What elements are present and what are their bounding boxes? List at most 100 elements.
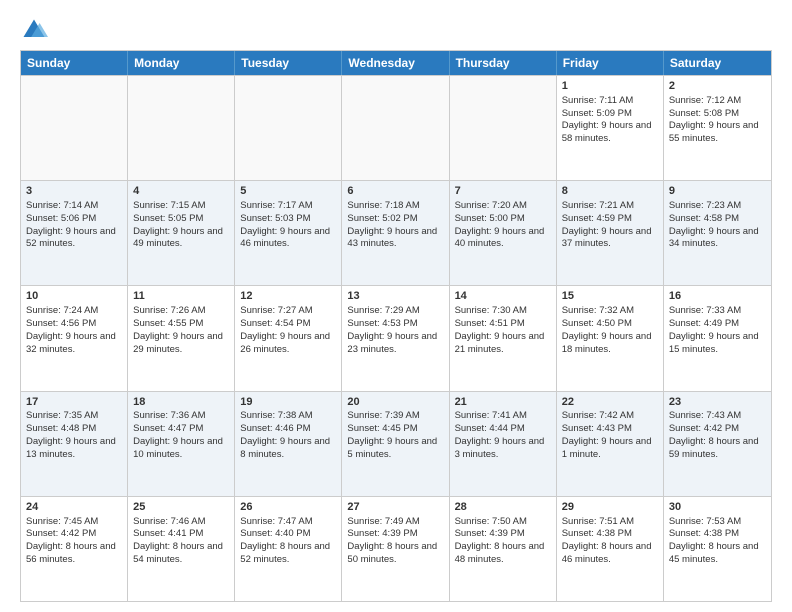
calendar-header-row: SundayMondayTuesdayWednesdayThursdayFrid… (21, 51, 771, 75)
day-number: 11 (133, 289, 229, 304)
day-info: Sunset: 4:40 PM (240, 528, 336, 541)
day-info: Daylight: 9 hours and 15 minutes. (669, 331, 766, 357)
calendar-day-17: 17Sunrise: 7:35 AMSunset: 4:48 PMDayligh… (21, 392, 128, 496)
day-info: Sunrise: 7:11 AM (562, 95, 658, 108)
day-info: Daylight: 8 hours and 56 minutes. (26, 541, 122, 567)
calendar-day-6: 6Sunrise: 7:18 AMSunset: 5:02 PMDaylight… (342, 181, 449, 285)
calendar-day-18: 18Sunrise: 7:36 AMSunset: 4:47 PMDayligh… (128, 392, 235, 496)
calendar-day-1: 1Sunrise: 7:11 AMSunset: 5:09 PMDaylight… (557, 76, 664, 180)
day-info: Sunset: 4:42 PM (26, 528, 122, 541)
day-info: Sunrise: 7:39 AM (347, 410, 443, 423)
day-info: Sunrise: 7:29 AM (347, 305, 443, 318)
day-info: Sunrise: 7:45 AM (26, 516, 122, 529)
day-info: Sunrise: 7:53 AM (669, 516, 766, 529)
day-info: Sunrise: 7:17 AM (240, 200, 336, 213)
day-number: 14 (455, 289, 551, 304)
day-number: 16 (669, 289, 766, 304)
day-number: 25 (133, 500, 229, 515)
day-info: Sunrise: 7:35 AM (26, 410, 122, 423)
day-info: Sunset: 4:47 PM (133, 423, 229, 436)
calendar: SundayMondayTuesdayWednesdayThursdayFrid… (20, 50, 772, 602)
day-info: Sunset: 4:38 PM (562, 528, 658, 541)
day-info: Sunrise: 7:27 AM (240, 305, 336, 318)
day-info: Sunset: 5:08 PM (669, 108, 766, 121)
day-info: Sunset: 4:58 PM (669, 213, 766, 226)
day-number: 9 (669, 184, 766, 199)
day-number: 28 (455, 500, 551, 515)
day-info: Sunset: 5:03 PM (240, 213, 336, 226)
day-info: Sunrise: 7:15 AM (133, 200, 229, 213)
calendar-header-wednesday: Wednesday (342, 51, 449, 75)
day-number: 18 (133, 395, 229, 410)
day-info: Daylight: 9 hours and 8 minutes. (240, 436, 336, 462)
day-number: 1 (562, 79, 658, 94)
day-info: Sunrise: 7:14 AM (26, 200, 122, 213)
day-info: Sunset: 4:59 PM (562, 213, 658, 226)
day-number: 5 (240, 184, 336, 199)
day-number: 20 (347, 395, 443, 410)
day-info: Sunrise: 7:30 AM (455, 305, 551, 318)
day-number: 22 (562, 395, 658, 410)
day-info: Sunset: 4:44 PM (455, 423, 551, 436)
day-number: 4 (133, 184, 229, 199)
day-info: Sunset: 4:43 PM (562, 423, 658, 436)
day-info: Sunset: 5:09 PM (562, 108, 658, 121)
day-info: Daylight: 9 hours and 52 minutes. (26, 226, 122, 252)
logo-icon (20, 16, 48, 44)
day-info: Sunrise: 7:46 AM (133, 516, 229, 529)
day-number: 6 (347, 184, 443, 199)
day-info: Daylight: 9 hours and 58 minutes. (562, 120, 658, 146)
calendar-day-empty (21, 76, 128, 180)
day-info: Daylight: 9 hours and 49 minutes. (133, 226, 229, 252)
day-info: Sunrise: 7:20 AM (455, 200, 551, 213)
day-info: Sunrise: 7:47 AM (240, 516, 336, 529)
day-number: 26 (240, 500, 336, 515)
day-info: Sunrise: 7:21 AM (562, 200, 658, 213)
header (20, 16, 772, 44)
calendar-day-26: 26Sunrise: 7:47 AMSunset: 4:40 PMDayligh… (235, 497, 342, 601)
calendar-day-21: 21Sunrise: 7:41 AMSunset: 4:44 PMDayligh… (450, 392, 557, 496)
day-info: Sunset: 4:55 PM (133, 318, 229, 331)
calendar-day-4: 4Sunrise: 7:15 AMSunset: 5:05 PMDaylight… (128, 181, 235, 285)
day-info: Daylight: 9 hours and 3 minutes. (455, 436, 551, 462)
day-info: Sunset: 4:45 PM (347, 423, 443, 436)
calendar-day-28: 28Sunrise: 7:50 AMSunset: 4:39 PMDayligh… (450, 497, 557, 601)
day-info: Sunset: 4:39 PM (347, 528, 443, 541)
day-info: Daylight: 9 hours and 34 minutes. (669, 226, 766, 252)
day-info: Sunrise: 7:38 AM (240, 410, 336, 423)
day-info: Sunrise: 7:18 AM (347, 200, 443, 213)
day-info: Sunrise: 7:32 AM (562, 305, 658, 318)
day-info: Sunrise: 7:42 AM (562, 410, 658, 423)
logo (20, 16, 52, 44)
day-info: Daylight: 9 hours and 26 minutes. (240, 331, 336, 357)
calendar-day-empty (128, 76, 235, 180)
calendar-header-sunday: Sunday (21, 51, 128, 75)
day-info: Sunrise: 7:12 AM (669, 95, 766, 108)
day-info: Sunset: 4:46 PM (240, 423, 336, 436)
day-info: Daylight: 9 hours and 5 minutes. (347, 436, 443, 462)
day-info: Daylight: 8 hours and 52 minutes. (240, 541, 336, 567)
day-info: Sunset: 4:50 PM (562, 318, 658, 331)
day-info: Sunset: 4:42 PM (669, 423, 766, 436)
calendar-day-14: 14Sunrise: 7:30 AMSunset: 4:51 PMDayligh… (450, 286, 557, 390)
day-info: Sunrise: 7:50 AM (455, 516, 551, 529)
day-number: 10 (26, 289, 122, 304)
day-info: Daylight: 9 hours and 10 minutes. (133, 436, 229, 462)
day-number: 8 (562, 184, 658, 199)
day-info: Sunset: 4:54 PM (240, 318, 336, 331)
day-info: Sunset: 4:41 PM (133, 528, 229, 541)
calendar-day-30: 30Sunrise: 7:53 AMSunset: 4:38 PMDayligh… (664, 497, 771, 601)
day-info: Sunrise: 7:33 AM (669, 305, 766, 318)
day-info: Daylight: 9 hours and 18 minutes. (562, 331, 658, 357)
day-info: Daylight: 8 hours and 46 minutes. (562, 541, 658, 567)
calendar-day-24: 24Sunrise: 7:45 AMSunset: 4:42 PMDayligh… (21, 497, 128, 601)
day-info: Sunset: 4:53 PM (347, 318, 443, 331)
day-number: 7 (455, 184, 551, 199)
day-info: Daylight: 8 hours and 59 minutes. (669, 436, 766, 462)
calendar-header-monday: Monday (128, 51, 235, 75)
calendar-week-4: 17Sunrise: 7:35 AMSunset: 4:48 PMDayligh… (21, 391, 771, 496)
day-info: Sunrise: 7:26 AM (133, 305, 229, 318)
day-number: 3 (26, 184, 122, 199)
day-info: Sunset: 4:48 PM (26, 423, 122, 436)
calendar-day-13: 13Sunrise: 7:29 AMSunset: 4:53 PMDayligh… (342, 286, 449, 390)
